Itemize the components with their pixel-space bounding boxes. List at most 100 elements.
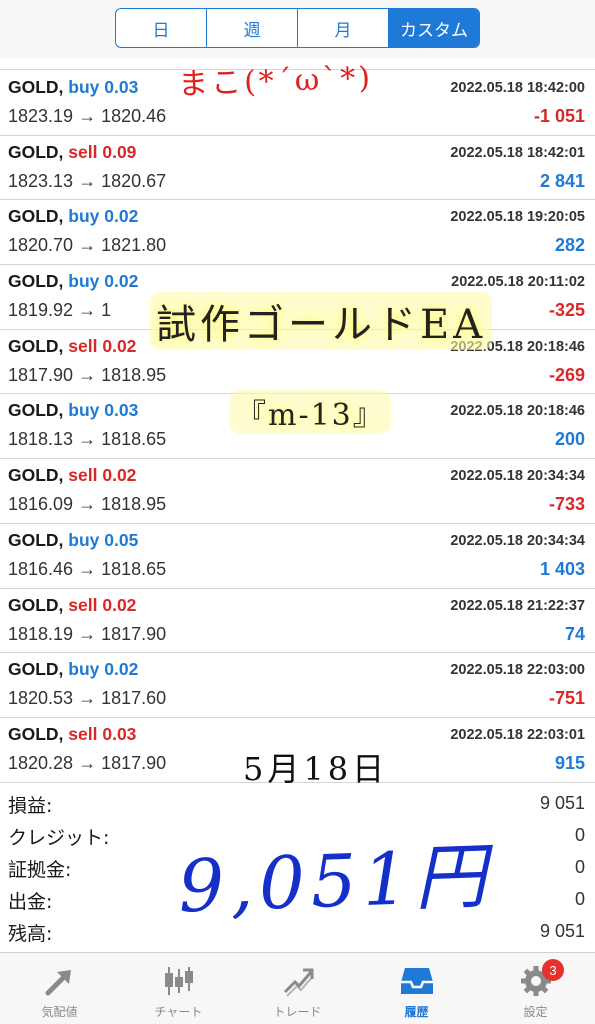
summary-value: 0 xyxy=(574,825,585,845)
tab-settings[interactable]: 設定 3 xyxy=(476,953,595,1024)
trade-side-volume: sell 0.02 xyxy=(68,594,137,615)
trade-side-volume: sell 0.03 xyxy=(68,723,137,744)
tab-day[interactable]: 日 xyxy=(116,9,207,47)
trade-prices: 1818.19 → 1817.90 xyxy=(8,623,167,644)
trade-profit: 200 xyxy=(554,429,585,450)
trade-row[interactable]: GOLD, sell 0.02 2022.05.18 20:34:34 1816.0… xyxy=(0,459,595,524)
tab-month[interactable]: 月 xyxy=(298,9,389,47)
trade-prices: 1823.19 → 1820.46 xyxy=(8,106,167,126)
trade-profit: 74 xyxy=(564,623,585,644)
symbol-name: GOLD, xyxy=(8,335,64,356)
trade-prices: 1818.13 → 1818.65 xyxy=(8,429,167,450)
tab-trade[interactable]: トレード xyxy=(238,953,357,1024)
trade-prices: 1823.13 → 1820.67 xyxy=(8,170,167,191)
trade-time: 2022.05.18 22:03:01 xyxy=(450,726,585,743)
trade-time: 2022.05.18 20:34:34 xyxy=(450,532,585,549)
trade-symbol: GOLD, buy 0.03 xyxy=(8,400,138,421)
summary-label: 出金: xyxy=(8,891,53,913)
symbol-name: GOLD, xyxy=(8,206,64,227)
tab-chart[interactable]: チャート xyxy=(119,953,238,1024)
trade-symbol: GOLD, sell 0.09 xyxy=(8,142,136,163)
symbol-name: GOLD, xyxy=(8,529,64,550)
trade-symbol: GOLD, buy 0.02 xyxy=(8,206,138,227)
tab-quotes[interactable]: 気配値 xyxy=(0,953,119,1024)
trade-row[interactable]: GOLD, buy 0.05 2022.05.18 20:34:34 1816.46… xyxy=(0,524,595,589)
trade-prices: 1820.28 → 1817.90 xyxy=(8,752,167,773)
trade-profit: -1 051 xyxy=(533,106,585,126)
summary-label: 損益: xyxy=(8,795,53,817)
trade-prices: 1819.92 → 1 xyxy=(8,300,112,321)
trade-time: 2022.05.18 20:11:02 xyxy=(451,274,585,291)
trade-side-volume: buy 0.03 xyxy=(68,400,139,421)
trade-time: 2022.05.18 18:42:01 xyxy=(450,144,585,161)
handwritten-date: 5月18日 xyxy=(243,750,389,788)
tab-custom[interactable]: カスタム xyxy=(389,9,479,47)
trade-symbol: GOLD, sell 0.03 xyxy=(8,724,136,745)
summary-label: クレジット: xyxy=(8,827,110,849)
trade-side-volume: sell 0.09 xyxy=(68,141,137,162)
trade-symbol: GOLD, sell 0.02 xyxy=(8,595,136,616)
summary-value: 0 xyxy=(574,857,585,877)
period-segmented-control: 日 週 月 カスタム xyxy=(115,8,480,48)
tab-quotes-label: 気配値 xyxy=(41,1005,78,1019)
trade-side-volume: buy 0.02 xyxy=(68,206,139,227)
summary-value: 9 051 xyxy=(539,921,585,941)
handwritten-ea-code: 『m-13』 xyxy=(230,390,391,434)
trade-row[interactable]: GOLD, buy 0.02 2022.05.18 22:03:00 1820.53… xyxy=(0,653,595,718)
trade-row[interactable]: GOLD, sell 0.09 2022.05.18 18:42:01 1823.1… xyxy=(0,136,595,201)
handwritten-author-note: まこ(*ˊωˋ*) xyxy=(177,60,374,103)
tab-settings-label: 設定 xyxy=(523,1005,548,1019)
symbol-name: GOLD, xyxy=(8,141,64,162)
trade-symbol: GOLD, sell 0.02 xyxy=(8,465,136,486)
trade-side-volume: buy 0.02 xyxy=(68,271,139,292)
trade-prices: 1820.53 → 1817.60 xyxy=(8,688,167,709)
trade-symbol: GOLD, buy 0.03 xyxy=(8,77,138,98)
summary-value: 0 xyxy=(574,889,585,909)
trade-profit: 1 403 xyxy=(539,558,585,579)
trade-time: 2022.05.18 20:34:34 xyxy=(450,468,585,485)
trade-time: 2022.05.18 19:20:05 xyxy=(450,209,585,226)
symbol-name: GOLD, xyxy=(8,723,64,744)
quotes-arrow-icon xyxy=(40,963,80,999)
symbol-name: GOLD, xyxy=(8,271,64,292)
trade-time: 2022.05.18 18:42:00 xyxy=(450,80,585,96)
settings-notification-badge: 3 xyxy=(542,959,564,981)
trade-time: 2022.05.18 20:18:46 xyxy=(450,403,585,420)
summary-label: 証拠金: xyxy=(8,859,72,881)
trade-prices: 1817.90 → 1818.95 xyxy=(8,364,167,385)
trade-side-volume: buy 0.02 xyxy=(68,659,139,680)
tab-trade-label: トレード xyxy=(273,1005,322,1019)
summary-label: 残高: xyxy=(8,923,53,945)
tab-history[interactable]: 履歴 xyxy=(357,953,476,1024)
trade-symbol: GOLD, sell 0.02 xyxy=(8,336,136,357)
symbol-name: GOLD, xyxy=(8,400,64,421)
trade-side-volume: sell 0.02 xyxy=(68,465,137,486)
trade-side-volume: buy 0.03 xyxy=(68,77,139,97)
bottom-tab-bar: 気配値 チャート トレード 履歴 設定 3 xyxy=(0,952,595,1024)
tab-week[interactable]: 週 xyxy=(207,9,298,47)
candlestick-chart-icon xyxy=(159,963,199,999)
symbol-name: GOLD, xyxy=(8,465,64,486)
trade-side-volume: buy 0.05 xyxy=(68,529,139,550)
tab-chart-label: チャート xyxy=(154,1005,203,1019)
summary-row: 損益: 9 051 xyxy=(0,788,595,820)
trade-row[interactable]: GOLD, buy 0.02 2022.05.18 19:20:05 1820.70… xyxy=(0,200,595,266)
period-toolbar: 日 週 月 カスタム xyxy=(0,0,595,58)
trade-prices: 1820.70 → 1821.80 xyxy=(8,235,167,256)
summary-value: 9 051 xyxy=(539,793,585,813)
trade-symbol: GOLD, buy 0.02 xyxy=(8,659,138,680)
trade-prices: 1816.46 → 1818.65 xyxy=(8,558,167,579)
trade-trend-icon xyxy=(278,963,318,999)
tab-history-label: 履歴 xyxy=(404,1005,429,1019)
trade-profit: -269 xyxy=(548,364,585,385)
trade-row[interactable]: GOLD, sell 0.02 2022.05.18 21:22:37 1818.1… xyxy=(0,589,595,654)
trade-symbol: GOLD, buy 0.02 xyxy=(8,271,138,292)
trade-prices: 1816.09 → 1818.95 xyxy=(8,494,167,515)
trade-profit: 2 841 xyxy=(539,170,585,191)
trade-side-volume: sell 0.02 xyxy=(68,335,137,356)
trade-profit: 915 xyxy=(554,752,585,773)
trade-profit: -325 xyxy=(548,300,585,321)
trade-profit: -733 xyxy=(548,494,585,515)
trade-symbol: GOLD, buy 0.05 xyxy=(8,530,138,551)
trade-time: 2022.05.18 22:03:00 xyxy=(450,662,585,679)
